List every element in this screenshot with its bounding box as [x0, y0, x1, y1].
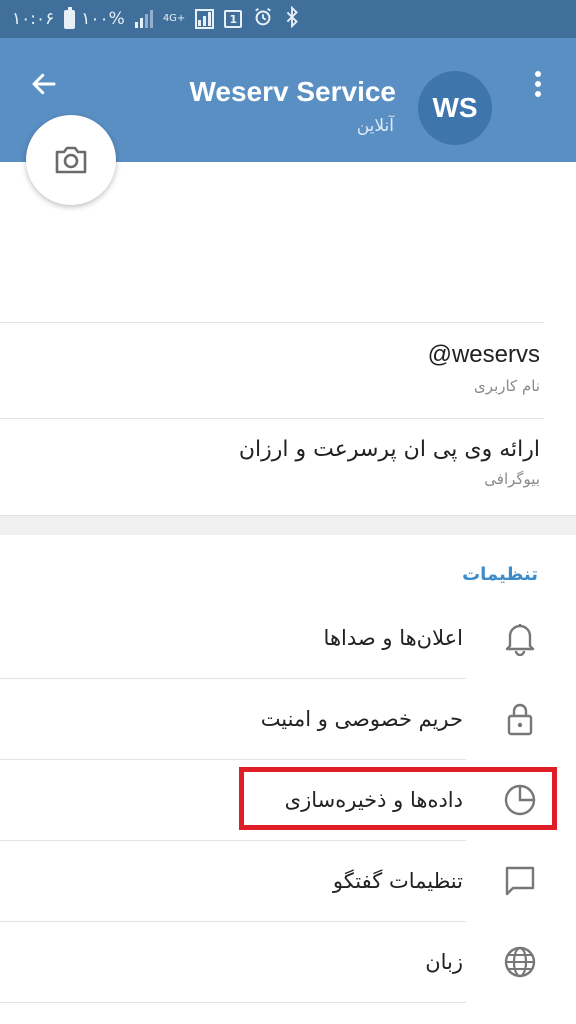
lock-icon: [496, 695, 544, 743]
username-value: @weservs: [427, 341, 540, 368]
settings-section-title: تنظیمات: [462, 564, 538, 585]
bio-label: بیوگرافی: [484, 470, 540, 488]
alarm-icon: [252, 6, 274, 33]
username-label: نام کاربری: [474, 377, 540, 395]
battery-icon: [64, 6, 76, 29]
profile-name: Weserv Service: [189, 76, 396, 107]
globe-icon: [496, 938, 544, 986]
settings-item-privacy[interactable]: حریم خصوصی و امنیت: [0, 679, 576, 759]
chat-bubble-icon: [496, 857, 544, 905]
settings-item-chat[interactable]: تنظیمات گفتگو: [0, 841, 576, 921]
more-options-icon[interactable]: [520, 62, 556, 106]
settings-item-label: حریم خصوصی و امنیت: [260, 707, 463, 731]
bluetooth-icon: [284, 5, 300, 33]
signal-icon-2: [195, 9, 215, 29]
settings-item-label: زبان: [425, 950, 463, 974]
bio-value: ارائه وی پی ان پرسرعت و ارزان: [238, 437, 540, 462]
bio-row[interactable]: ارائه وی پی ان پرسرعت و ارزان بیوگرافی: [0, 418, 544, 515]
network-type: 4G+: [162, 13, 186, 24]
battery-indicator: ۱۰۰%: [64, 6, 125, 29]
settings-item-label: اعلان‌ها و صداها: [323, 626, 463, 650]
bell-icon: [496, 614, 544, 662]
pie-chart-icon: [496, 776, 544, 824]
status-bar: ۱۰:۰۶ ۱۰۰% 4G+ 1: [0, 0, 576, 38]
username-row[interactable]: @weservs نام کاربری: [0, 322, 544, 418]
settings-item-notifications[interactable]: اعلان‌ها و صداها: [0, 598, 576, 678]
battery-level: ۱۰۰%: [81, 9, 125, 29]
online-status: آنلاین: [356, 116, 394, 136]
signal-icon: [134, 10, 153, 28]
settings-item-data-storage[interactable]: داده‌ها و ذخیره‌سازی: [0, 760, 576, 840]
avatar-initials: WS: [432, 92, 478, 123]
clock: ۱۰:۰۶: [12, 9, 55, 29]
camera-icon: [55, 146, 87, 174]
settings-item-label: تنظیمات گفتگو: [332, 869, 463, 893]
section-divider: [0, 515, 576, 535]
settings-item-language[interactable]: زبان: [0, 922, 576, 1002]
item-divider: [0, 1002, 466, 1003]
camera-button[interactable]: [26, 115, 116, 205]
avatar[interactable]: WS: [418, 71, 492, 145]
sim-badge: 1: [224, 10, 243, 28]
settings-item-label: داده‌ها و ذخیره‌سازی: [284, 788, 463, 812]
back-arrow-icon[interactable]: [22, 62, 66, 106]
